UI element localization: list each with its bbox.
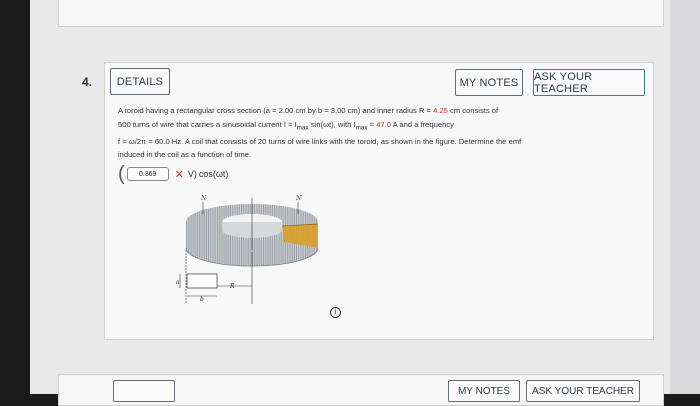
question-line-3: f = ω/2π = 60.0 Hz. A coil that consists… — [118, 136, 522, 146]
svg-text:b: b — [200, 296, 204, 303]
screen-edge — [670, 0, 700, 394]
details-button[interactable]: DETAILS — [110, 68, 170, 95]
question-text: A toroid having a rectangular cross sect… — [118, 104, 643, 162]
question-line-2: 500 turns of wire that carries a sinusoi… — [118, 119, 454, 132]
next-ask-teacher-button[interactable]: ASK YOUR TEACHER — [526, 380, 640, 402]
question-line-4: induced in the coil as a function of tim… — [118, 150, 251, 160]
toroid-figure: N N′ a b R — [176, 195, 319, 304]
previous-question-card — [58, 0, 664, 27]
svg-text:a: a — [176, 279, 180, 286]
open-paren: ( — [118, 163, 125, 185]
label-n-prime: N′ — [295, 195, 303, 202]
ask-teacher-button[interactable]: ASK YOUR TEACHER — [533, 69, 645, 96]
svg-text:R: R — [229, 283, 235, 290]
answer-unit: V) — [187, 169, 197, 179]
info-icon[interactable]: i — [330, 307, 341, 318]
answer-input[interactable]: 0.369 — [126, 167, 169, 181]
my-notes-button[interactable]: MY NOTES — [455, 69, 523, 96]
next-details-button[interactable] — [113, 380, 175, 402]
answer-row: ( 0.369 ✕ V) cos(ωt) — [118, 164, 228, 184]
question-line-1: A toroid having a rectangular cross sect… — [118, 106, 499, 115]
label-n: N — [200, 195, 207, 202]
next-my-notes-button[interactable]: MY NOTES — [448, 380, 520, 402]
question-number: 4. — [82, 75, 93, 89]
answer-function: cos(ωt) — [198, 169, 229, 179]
incorrect-x-icon: ✕ — [174, 168, 184, 181]
